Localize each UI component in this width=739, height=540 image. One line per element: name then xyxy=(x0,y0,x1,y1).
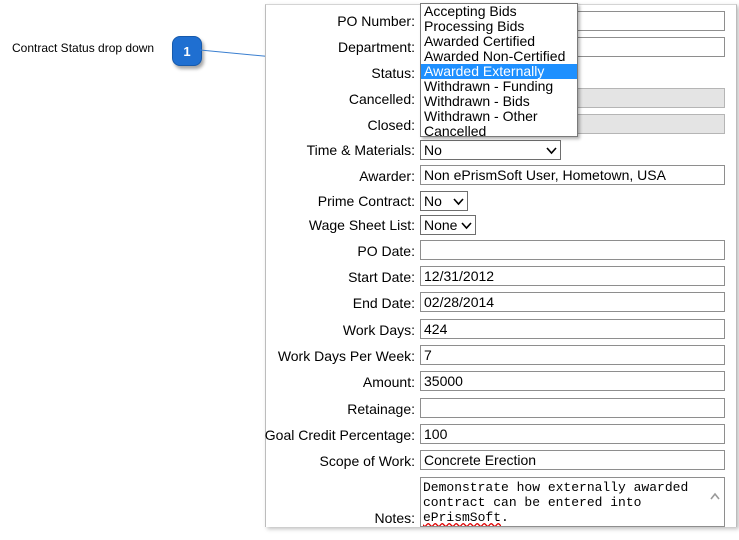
status-option[interactable]: Accepting Bids xyxy=(421,4,577,19)
status-dropdown-list[interactable]: Accepting Bids Processing Bids Awarded C… xyxy=(420,3,578,139)
status-option[interactable]: Withdrawn - Bids xyxy=(421,94,577,109)
awarder-input[interactable]: Non ePrismSoft User, Hometown, USA xyxy=(420,165,725,185)
notes-line: contract can be entered into xyxy=(423,495,642,510)
po-date-label: PO Date: xyxy=(357,243,415,259)
time-materials-label: Time & Materials: xyxy=(306,142,415,158)
goal-credit-percentage-value: 100 xyxy=(424,426,448,442)
po-number-label: PO Number: xyxy=(337,13,415,29)
end-date-label: End Date: xyxy=(352,295,415,311)
chevron-down-icon xyxy=(453,198,464,206)
scope-of-work-input[interactable]: Concrete Erection xyxy=(420,450,725,470)
status-option[interactable]: Cancelled xyxy=(421,124,577,139)
work-days-label: Work Days: xyxy=(342,322,415,338)
prime-contract-label: Prime Contract: xyxy=(317,193,415,209)
prime-contract-value: No xyxy=(424,193,442,209)
po-date-input[interactable] xyxy=(420,240,725,260)
end-date-input[interactable]: 02/28/2014 xyxy=(420,292,725,312)
time-materials-value: No xyxy=(424,142,442,158)
notes-line: Demonstrate how externally awarded xyxy=(423,480,689,495)
goal-credit-percentage-input[interactable]: 100 xyxy=(420,424,725,444)
start-date-value: 12/31/2012 xyxy=(424,268,495,284)
scope-of-work-value: Concrete Erection xyxy=(424,452,537,468)
amount-value: 35000 xyxy=(424,373,463,389)
status-option[interactable]: Processing Bids xyxy=(421,19,577,34)
time-materials-select[interactable]: No xyxy=(420,140,561,160)
status-option[interactable]: Awarded Non-Certified xyxy=(421,49,577,64)
status-option[interactable]: Withdrawn - Other xyxy=(421,109,577,124)
notes-label: Notes: xyxy=(374,510,415,526)
work-days-per-week-input[interactable]: 7 xyxy=(420,345,725,365)
retainage-input[interactable] xyxy=(420,398,725,418)
work-days-input[interactable]: 424 xyxy=(420,319,725,339)
amount-label: Amount: xyxy=(362,374,415,390)
wage-sheet-list-select[interactable]: None xyxy=(420,215,476,235)
notes-textarea[interactable]: Demonstrate how externally awarded contr… xyxy=(420,477,725,527)
start-date-label: Start Date: xyxy=(348,269,415,285)
department-label: Department: xyxy=(337,39,415,55)
prime-contract-select[interactable]: No xyxy=(420,191,468,211)
retainage-label: Retainage: xyxy=(347,401,415,417)
wage-sheet-list-label: Wage Sheet List: xyxy=(308,217,415,233)
chevron-down-icon xyxy=(461,222,472,230)
notes-spellcheck-word: ePrismSoft xyxy=(423,510,502,525)
chevron-down-icon xyxy=(546,147,557,155)
chevron-up-icon[interactable] xyxy=(710,492,720,500)
status-option-selected[interactable]: Awarded Externally xyxy=(421,64,577,79)
status-option[interactable]: Awarded Certified xyxy=(421,34,577,49)
cancelled-label: Cancelled: xyxy=(348,91,415,107)
awarder-value: Non ePrismSoft User, Hometown, USA xyxy=(424,167,666,183)
amount-input[interactable]: 35000 xyxy=(420,371,725,391)
end-date-value: 02/28/2014 xyxy=(424,294,495,310)
scope-of-work-label: Scope of Work: xyxy=(319,453,415,469)
start-date-input[interactable]: 12/31/2012 xyxy=(420,266,725,286)
notes-line: ePrismSoft. xyxy=(423,510,704,525)
wage-sheet-list-value: None xyxy=(424,217,458,233)
work-days-per-week-label: Work Days Per Week: xyxy=(277,348,415,364)
work-days-per-week-value: 7 xyxy=(424,347,432,363)
status-option[interactable]: Withdrawn - Funding xyxy=(421,79,577,94)
status-label: Status: xyxy=(371,65,415,81)
goal-credit-percentage-label: Goal Credit Percentage: xyxy=(264,427,415,443)
work-days-value: 424 xyxy=(424,321,448,337)
awarder-label: Awarder: xyxy=(359,168,415,184)
closed-label: Closed: xyxy=(367,117,415,133)
notes-period: . xyxy=(501,510,509,525)
